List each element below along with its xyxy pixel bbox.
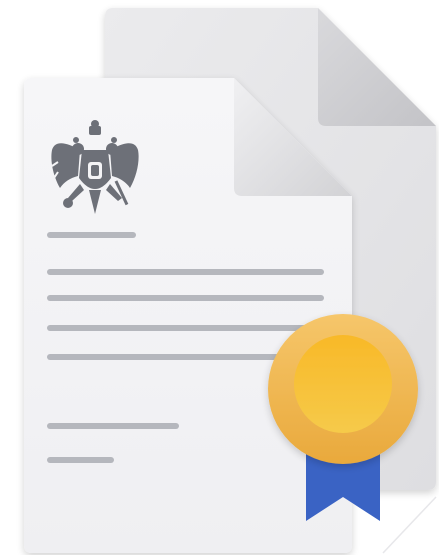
certificate-graphic [24,8,437,554]
document-illustration [0,0,439,555]
award-medal-icon [268,314,418,464]
